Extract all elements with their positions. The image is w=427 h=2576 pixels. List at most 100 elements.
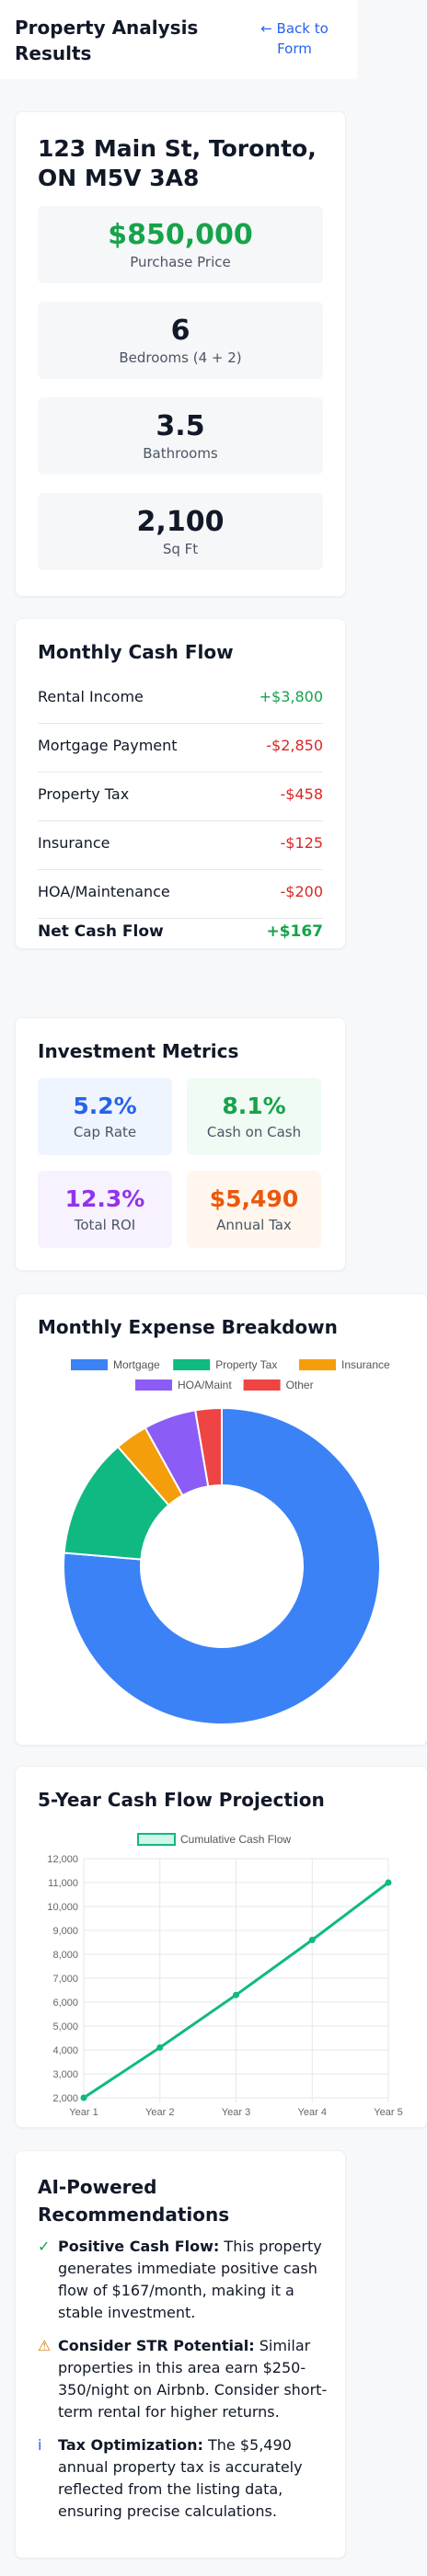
row-label: HOA/Maintenance	[38, 883, 170, 900]
stat-label: Bedrooms (4 + 2)	[119, 349, 242, 366]
stat-value: 6	[170, 315, 190, 347]
cash-flow-line-chart: Cumulative Cash Flow 2,000 3,000 4,000 5,000…	[47, 1833, 403, 2118]
expense-donut-chart: Mortgage Property Tax Insurance HOA/Maint Ot…	[63, 1358, 390, 1725]
cash-flow-row: Rental Income +$3,800	[38, 674, 323, 724]
investment-metrics-card: Investment Metrics 5.2% Cap Rate 8.1% Ca…	[15, 1017, 346, 1271]
data-point	[308, 1936, 316, 1943]
x-tick-label: Year 3	[222, 2107, 250, 2118]
metric-label: Annual Tax	[216, 1217, 292, 1233]
recommendation-item: ⚠ Consider STR Potential: Similar proper…	[38, 2335, 332, 2423]
stat-label: Purchase Price	[130, 254, 231, 270]
data-point	[233, 1991, 239, 1998]
metric-label: Total ROI	[74, 1217, 136, 1233]
property-card: 123 Main St, Toronto, ON M5V 3A8 $850,00…	[15, 111, 346, 597]
cash-flow-title: Monthly Cash Flow	[38, 641, 234, 663]
stat-label: Sq Ft	[162, 541, 199, 557]
y-tick-label: 6,000	[52, 1998, 78, 2009]
row-label: Mortgage Payment	[38, 737, 178, 754]
row-value: -$125	[280, 834, 324, 852]
cash-flow-row: Mortgage Payment -$2,850	[38, 723, 323, 773]
stat-label: Bathrooms	[143, 445, 218, 462]
cash-flow-row: Insurance -$125	[38, 820, 323, 870]
recommendations-title: AI-Powered Recommendations	[38, 2176, 230, 2226]
y-tick-label: 8,000	[52, 1950, 78, 1961]
stat-bathrooms: 3.5 Bathrooms	[38, 397, 323, 475]
stat-sqft: 2,100 Sq Ft	[38, 493, 323, 570]
row-label: Insurance	[38, 834, 110, 852]
y-tick-label: 9,000	[52, 1926, 78, 1937]
reco-heading: Tax Optimization:	[58, 2436, 203, 2454]
legend-label: Mortgage	[113, 1358, 160, 1371]
info-icon: i	[38, 2436, 42, 2454]
metric-label: Cap Rate	[73, 1124, 137, 1140]
legend-swatch	[299, 1359, 336, 1370]
x-tick-label: Year 5	[374, 2107, 402, 2118]
page-title: Property Analysis Results	[15, 17, 199, 64]
legend-swatch	[71, 1359, 108, 1370]
reco-heading: Positive Cash Flow:	[58, 2238, 220, 2255]
y-tick-label: 11,000	[48, 1878, 78, 1889]
cash-flow-card: Monthly Cash Flow Rental Income +$3,800 …	[15, 618, 346, 949]
metric-cash-on-cash: 8.1% Cash on Cash	[187, 1078, 321, 1155]
metric-value: $5,490	[209, 1185, 299, 1212]
y-tick-label: 4,000	[52, 2045, 78, 2056]
data-point	[80, 2094, 87, 2101]
stat-bedrooms: 6 Bedrooms (4 + 2)	[38, 302, 323, 379]
legend-swatch	[243, 1380, 281, 1391]
recommendation-item: ✓ Positive Cash Flow: This property gene…	[38, 2236, 332, 2324]
projection-chart-title: 5-Year Cash Flow Projection	[38, 1789, 325, 1811]
expense-chart-title: Monthly Expense Breakdown	[38, 1316, 338, 1338]
row-value: +$3,800	[259, 688, 323, 705]
legend-label: Property Tax	[215, 1358, 277, 1371]
recommendation-item: i Tax Optimization: The $5,490 annual pr…	[38, 2434, 332, 2523]
cash-flow-row: Property Tax -$458	[38, 772, 323, 821]
x-tick-label: Year 4	[298, 2107, 327, 2118]
metric-total-roi: 12.3% Total ROI	[38, 1171, 172, 1248]
legend-label: HOA/Maint	[178, 1379, 232, 1391]
check-icon: ✓	[38, 2238, 51, 2255]
legend-label: Cumulative Cash Flow	[180, 1833, 291, 1846]
x-tick-label: Year 2	[145, 2107, 174, 2118]
warning-icon: ⚠	[38, 2337, 52, 2354]
header-bar: Property Analysis Results ← Back to Form	[0, 0, 357, 79]
net-value: +$167	[266, 922, 323, 941]
metric-value: 5.2%	[73, 1093, 137, 1119]
y-tick-label: 2,000	[52, 2093, 78, 2104]
data-point	[385, 1879, 392, 1886]
stat-purchase-price: $850,000 Purchase Price	[38, 206, 323, 283]
metrics-title: Investment Metrics	[38, 1040, 239, 1062]
metric-value: 12.3%	[64, 1185, 145, 1212]
row-value: -$458	[280, 785, 324, 803]
metric-label: Cash on Cash	[206, 1124, 302, 1140]
row-label: Rental Income	[38, 688, 144, 705]
net-label: Net Cash Flow	[38, 922, 164, 941]
y-tick-label: 3,000	[52, 2069, 78, 2080]
back-to-form-link[interactable]: ← Back to Form	[248, 18, 340, 59]
y-tick-label: 7,000	[52, 1974, 78, 1985]
legend-swatch	[135, 1380, 172, 1391]
legend-swatch	[173, 1359, 211, 1370]
stat-value: 2,100	[136, 506, 225, 538]
reco-heading: Consider STR Potential:	[58, 2337, 255, 2354]
net-cash-flow-row: Net Cash Flow +$167	[38, 922, 323, 971]
expense-breakdown-card: Monthly Expense Breakdown Mortgage Proper…	[15, 1293, 427, 1746]
stat-value: 3.5	[156, 410, 205, 442]
data-point	[156, 2044, 164, 2051]
recommendations-card: AI-Powered Recommendations ✓ Positive Ca…	[15, 2150, 346, 2559]
metric-annual-tax: $5,490 Annual Tax	[187, 1171, 321, 1248]
property-address: 123 Main St, Toronto, ON M5V 3A8	[38, 135, 317, 191]
row-value: -$200	[280, 883, 324, 900]
cash-flow-row: HOA/Maintenance -$200	[38, 869, 323, 919]
x-tick-label: Year 1	[69, 2107, 98, 2118]
y-tick-label: 12,000	[47, 1854, 78, 1865]
y-tick-label: 10,000	[47, 1902, 78, 1913]
metric-value: 8.1%	[222, 1093, 286, 1119]
stat-value: $850,000	[108, 219, 253, 251]
legend-swatch	[137, 1833, 176, 1846]
y-tick-label: 5,000	[52, 2021, 78, 2032]
legend-label: Insurance	[341, 1358, 390, 1371]
row-value: -$2,850	[266, 737, 323, 754]
row-label: Property Tax	[38, 785, 130, 803]
legend-label: Other	[286, 1379, 314, 1391]
projection-card: 5-Year Cash Flow Projection Cumulative C…	[15, 1766, 427, 2128]
